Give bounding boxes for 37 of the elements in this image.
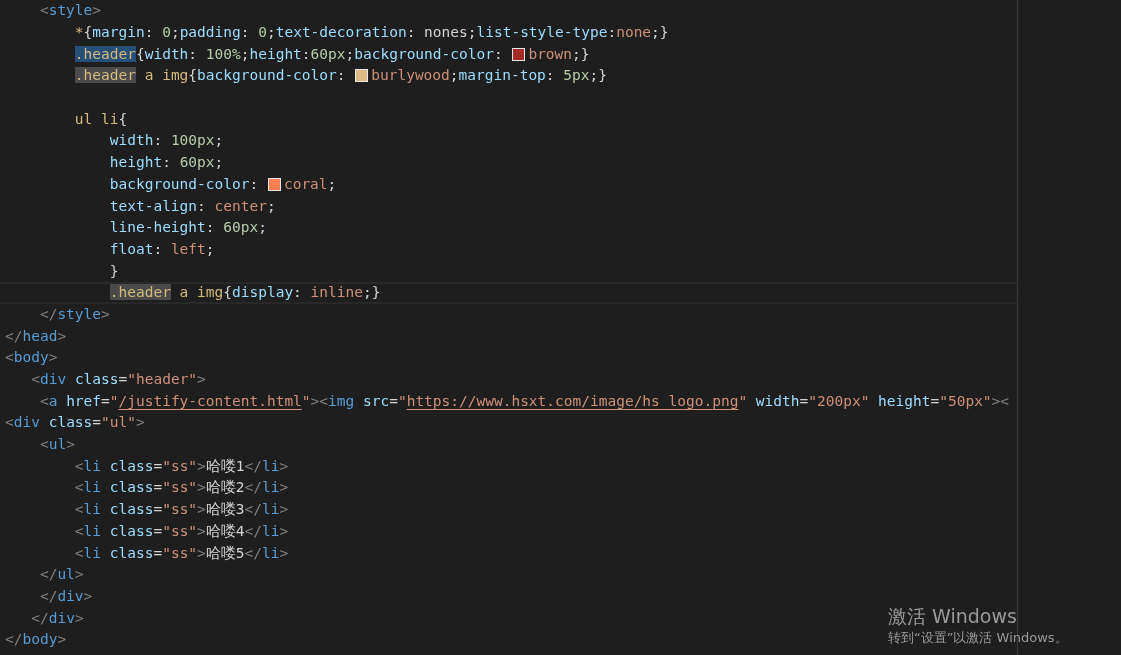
code-line: </style> [38,304,110,324]
code-line: </body> [5,630,67,650]
activation-text: 转到“设置”以激活 Windows。 [888,629,1068,647]
code-line: burlywood;margin-top: 5px;} [371,66,607,86]
code-line: <div class="ul"> [5,413,145,433]
code-line: .header{width: 100%;height:60px;background-color: [73,44,504,64]
code-line: </head> [5,326,67,346]
code-line: <li class="ss">哈喽1</li> [73,456,289,476]
color-swatch-icon[interactable] [512,47,526,61]
code-line: float: left; [108,239,215,259]
code-line: </ul> [38,565,84,585]
code-line: line-height: 60px; [108,218,267,238]
color-swatch-icon[interactable] [267,177,281,191]
code-line: text-align: center; [108,196,276,216]
code-line: .header a img{display: inline;} [108,283,381,303]
code-line: </div> [30,608,84,628]
code-line: </div> [38,586,93,606]
code-line: <body> [5,348,58,368]
code-line: <li class="ss">哈喽3</li> [73,500,289,520]
code-line: <li class="ss">哈喽2</li> [73,478,289,498]
code-line: <li class="ss">哈喽4</li> [73,521,289,541]
code-line: background-color: [108,174,260,194]
code-line: ul li{ [73,109,128,129]
code-line: height: 60px; [108,153,224,173]
code-line: <ul> [38,435,75,455]
activation-title: 激活 Windows [888,604,1018,628]
code-line: <li class="ss">哈喽5</li> [73,543,289,563]
color-swatch-icon[interactable] [355,69,369,83]
code-line: .header a img{background-color: [73,66,347,86]
code-line: <style> [38,1,102,21]
code-line: *{margin: 0;padding: 0;text-decoration: nones;list-style-type:none;} [73,23,669,43]
code-line: <div class="header"> [30,370,206,390]
code-line: <a href="/justify-content.html"><img src="https://www.hsxt.com/image/hs_logo.png" width="200px" height="50px">< [38,391,1010,411]
code-line: width: 100px; [108,131,224,151]
code-line: } [108,261,119,281]
code-line: brown;} [528,44,590,64]
code-line: coral; [283,174,337,194]
